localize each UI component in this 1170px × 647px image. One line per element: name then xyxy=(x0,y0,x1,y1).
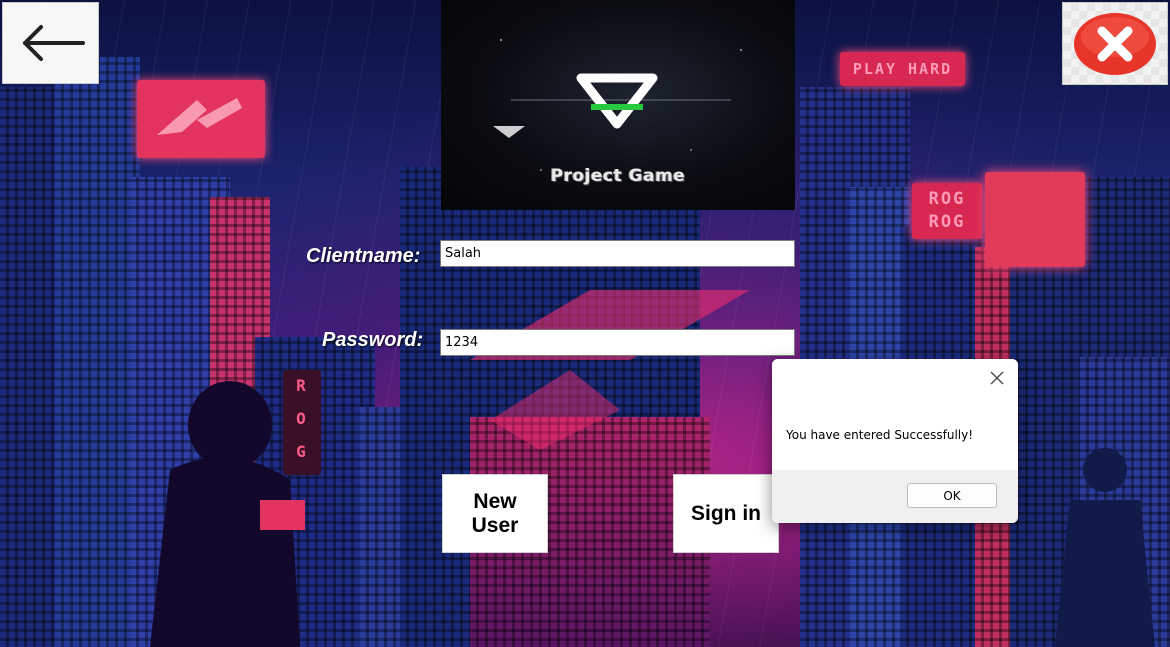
close-icon xyxy=(990,371,1004,385)
success-dialog: You have entered Successfully! OK xyxy=(772,359,1018,523)
close-x-icon xyxy=(1074,12,1156,75)
password-input[interactable] xyxy=(440,329,795,356)
dialog-close-button[interactable] xyxy=(988,369,1006,387)
sign-in-button[interactable]: Sign in xyxy=(673,474,779,553)
back-button[interactable] xyxy=(2,2,99,84)
new-user-button[interactable]: New User xyxy=(442,474,548,553)
standing-figures-silhouette xyxy=(1055,448,1155,647)
hooded-figure-silhouette xyxy=(150,381,305,647)
rog-emblem-glow xyxy=(470,290,750,450)
dialog-titlebar xyxy=(772,359,1018,397)
rog-sign-right: ROG ROG xyxy=(912,183,982,239)
clientname-label: Clientname: xyxy=(306,245,421,267)
dialog-footer: OK xyxy=(772,470,1018,523)
game-logo-panel: Project Game xyxy=(441,0,795,210)
logo-title: Project Game xyxy=(550,166,686,186)
billboard-right xyxy=(985,172,1085,267)
play-hard-sign: PLAY HARD xyxy=(840,52,965,86)
rog-sign-left xyxy=(137,80,265,158)
clientname-input[interactable] xyxy=(440,240,795,267)
ok-button[interactable]: OK xyxy=(907,483,997,508)
arrow-left-icon xyxy=(22,25,85,61)
password-label: Password: xyxy=(322,329,424,351)
close-app-button[interactable] xyxy=(1062,2,1168,85)
dialog-message: You have entered Successfully! xyxy=(786,428,974,442)
